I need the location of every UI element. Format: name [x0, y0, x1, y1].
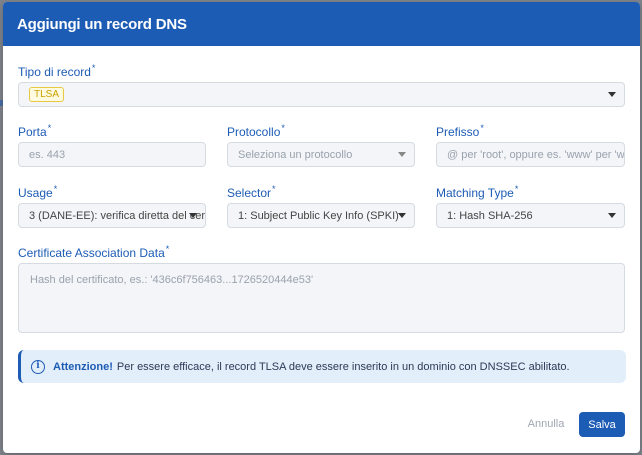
record-type-select[interactable]: TLSA	[18, 82, 625, 107]
alert-message: Per essere efficace, il record TLSA deve…	[116, 360, 570, 373]
porta-label: Porta*	[18, 123, 52, 139]
chevron-down-icon	[608, 213, 616, 218]
certificate-data-textarea[interactable]: Hash del certificato, es.: '436c6f756463…	[18, 263, 625, 333]
info-icon: i	[31, 359, 45, 374]
modal-header: Aggiungi un record DNS	[3, 2, 640, 46]
certificate-data-label: Certificate Association Data*	[18, 244, 170, 260]
chevron-down-icon	[608, 92, 616, 97]
dnssec-warning-alert: i Attenzione! Per essere efficace, il re…	[18, 350, 626, 383]
modal-title: Aggiungi un record DNS	[17, 15, 187, 33]
record-type-tag: TLSA	[29, 87, 65, 102]
save-button[interactable]: Salva	[579, 412, 625, 437]
alert-title: Attenzione!	[53, 360, 113, 373]
chevron-down-icon	[398, 213, 406, 218]
usage-label: Usage*	[18, 184, 58, 200]
protocollo-label: Protocollo*	[227, 123, 285, 139]
chevron-down-icon	[189, 213, 197, 218]
cancel-button[interactable]: Annulla	[525, 412, 567, 436]
record-type-label: Tipo di record*	[18, 63, 96, 79]
chevron-down-icon	[398, 152, 406, 157]
protocollo-select[interactable]: Seleziona un protocollo	[227, 142, 415, 167]
add-dns-record-dialog: Aggiungi un record DNS Tipo di record* T…	[3, 2, 640, 453]
prefisso-label: Prefisso*	[436, 123, 484, 139]
matching-type-select[interactable]: 1: Hash SHA-256	[436, 203, 625, 228]
matching-type-label: Matching Type*	[436, 184, 519, 200]
selector-label: Selector*	[227, 184, 276, 200]
usage-select[interactable]: 3 (DANE-EE): verifica diretta del cert	[18, 203, 206, 228]
porta-input[interactable]: es. 443	[18, 142, 206, 167]
selector-select[interactable]: 1: Subject Public Key Info (SPKI)	[227, 203, 415, 228]
prefisso-input[interactable]: @ per 'root', oppure es. 'www' per 'ww	[436, 142, 625, 167]
